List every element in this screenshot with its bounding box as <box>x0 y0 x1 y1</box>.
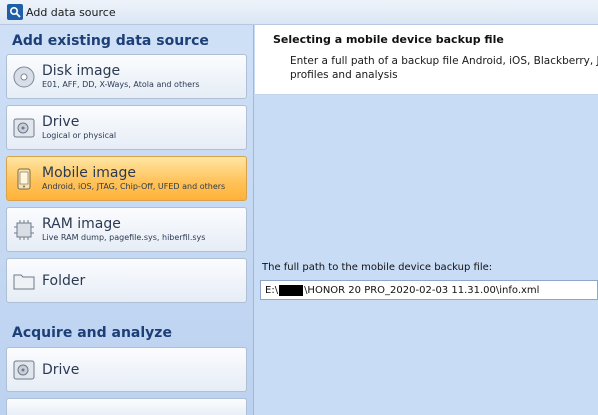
title-bar: Add data source <box>0 0 598 25</box>
mobile-image-subtitle: Android, iOS, JTAG, Chip-Off, UFED and o… <box>42 182 226 191</box>
acquire-next-button[interactable] <box>6 398 247 415</box>
disk-image-icon <box>12 65 36 89</box>
panel-description-line2: profiles and analysis <box>290 69 398 81</box>
folder-label: Folder <box>42 272 86 289</box>
existing-source-heading: Add existing data source <box>12 33 209 49</box>
panel-heading: Selecting a mobile device backup file <box>273 33 504 46</box>
data-source-sidebar: Add existing data source Disk image E01,… <box>0 25 254 415</box>
redacted-block <box>279 284 304 296</box>
mobile-image-button[interactable]: Mobile image Android, iOS, JTAG, Chip-Of… <box>6 156 247 201</box>
folder-button[interactable]: Folder <box>6 258 247 303</box>
drive-icon <box>12 116 36 140</box>
acquire-heading: Acquire and analyze <box>12 325 172 341</box>
drive-icon <box>12 358 36 382</box>
path-field-label: The full path to the mobile device backu… <box>262 262 493 273</box>
ram-image-label: RAM image <box>42 216 121 232</box>
panel-body: The full path to the mobile device backu… <box>255 96 598 415</box>
path-prefix: E:\ <box>265 284 279 296</box>
folder-icon <box>12 269 36 293</box>
ram-image-subtitle: Live RAM dump, pagefile.sys, hiberfil.sy… <box>42 233 206 242</box>
window-title: Add data source <box>26 5 116 19</box>
ram-image-button[interactable]: RAM image Live RAM dump, pagefile.sys, h… <box>6 207 247 252</box>
panel-header: Selecting a mobile device backup file En… <box>255 25 598 95</box>
drive-label: Drive <box>42 114 80 130</box>
disk-image-label: Disk image <box>42 63 121 79</box>
ram-chip-icon <box>12 218 36 242</box>
panel-description-line1: Enter a full path of a backup file Andro… <box>290 55 598 67</box>
panel-description: Enter a full path of a backup file Andro… <box>290 54 598 82</box>
drive-button[interactable]: Drive Logical or physical <box>6 105 247 150</box>
search-icon <box>7 4 23 20</box>
disk-image-button[interactable]: Disk image E01, AFF, DD, X-Ways, Atola a… <box>6 54 247 99</box>
path-suffix: \HONOR 20 PRO_2020-02-03 11.31.00\info.x… <box>304 284 540 296</box>
acquire-drive-button[interactable]: Drive <box>6 347 247 392</box>
disk-image-subtitle: E01, AFF, DD, X-Ways, Atola and others <box>42 80 200 89</box>
mobile-image-label: Mobile image <box>42 165 136 181</box>
backup-path-input[interactable]: E:\ \HONOR 20 PRO_2020-02-03 11.31.00\inf… <box>260 280 598 300</box>
acquire-drive-label: Drive <box>42 361 80 378</box>
drive-subtitle: Logical or physical <box>42 131 117 140</box>
mobile-phone-icon <box>12 167 36 191</box>
